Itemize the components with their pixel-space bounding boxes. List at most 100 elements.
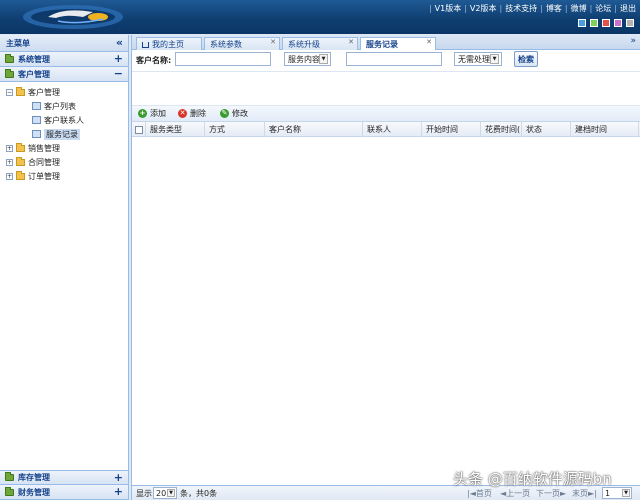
expand-icon[interactable]: + (114, 52, 123, 65)
next-page-label: 下一页 (536, 489, 560, 498)
nav-blog[interactable]: 博客 (546, 3, 562, 14)
tab-system-params[interactable]: 系统参数 ✕ (204, 37, 280, 50)
tree-node-customer-mgmt[interactable]: − 客户管理 (0, 85, 128, 99)
tab-system-upgrade[interactable]: 系统升级 ✕ (282, 37, 358, 50)
next-page-link[interactable]: 下一页► (536, 488, 566, 499)
last-page-label: 末页 (572, 489, 588, 498)
folder-icon (5, 53, 14, 63)
theme-red[interactable] (602, 19, 610, 27)
edit-button[interactable]: ✎ 修改 (220, 108, 248, 119)
close-tab-icon[interactable]: ✕ (348, 38, 354, 46)
column-header[interactable]: 建档时间 (572, 122, 639, 137)
dropdown-arrow-icon[interactable]: ▼ (490, 54, 499, 64)
nav-v2[interactable]: V2版本 (470, 3, 497, 14)
section-customer[interactable]: 客户管理 − (0, 67, 128, 82)
theme-purple[interactable] (614, 19, 622, 27)
nav-forum[interactable]: 论坛 (595, 3, 611, 14)
tab-home[interactable]: 我的主页 (136, 37, 202, 50)
tree-node-customer-list[interactable]: 客户列表 (0, 99, 128, 113)
first-page-label: 首页 (475, 489, 492, 498)
app-header: | V1版本 | V2版本 | 技术支持 | 博客 | 微博 | 论坛 | 退出 (0, 0, 640, 34)
close-tab-icon[interactable]: ✕ (426, 38, 432, 46)
theme-switcher (578, 19, 634, 27)
folder-icon (16, 142, 25, 152)
keyword-input[interactable] (346, 52, 442, 66)
column-header[interactable]: 状态 (523, 122, 571, 137)
tree-node-label: 合同管理 (28, 157, 60, 167)
grid-body (132, 159, 639, 483)
add-button[interactable]: + 添加 (138, 108, 166, 119)
tree-expand-icon[interactable]: + (6, 144, 13, 152)
section-inventory[interactable]: 库存管理 + (0, 470, 128, 485)
page-icon (32, 116, 41, 124)
section-system-label: 系统管理 (18, 54, 50, 64)
theme-gray[interactable] (626, 19, 634, 27)
expand-icon[interactable]: + (114, 485, 123, 498)
search-button[interactable]: 检索 (514, 51, 538, 67)
status-select[interactable]: 无需处理 ▼ (454, 52, 502, 66)
edit-icon: ✎ (220, 109, 229, 118)
first-page-link[interactable]: |◄首页 (467, 488, 492, 499)
tree-node-customer-contacts[interactable]: 客户联系人 (0, 113, 128, 127)
last-page-link[interactable]: 末页►| (572, 488, 597, 499)
menu-tree: − 客户管理 客户列表 客户联系人 服务记录 + 销售管理 + 合同管理 + 订… (0, 82, 128, 183)
section-system[interactable]: 系统管理 + (0, 52, 128, 67)
tree-node-contract-mgmt[interactable]: + 合同管理 (0, 155, 128, 169)
close-tab-icon[interactable]: ✕ (270, 38, 276, 46)
page-icon (32, 102, 41, 110)
section-finance[interactable]: 财务管理 + (0, 485, 128, 500)
grid-header: 服务类型 方式 客户名称 联系人 开始时间 花费时间( 状态 建档时间 (132, 122, 640, 137)
column-header[interactable]: 方式 (206, 122, 265, 137)
select-all-checkbox[interactable] (135, 125, 143, 134)
column-header[interactable]: 联系人 (364, 122, 422, 137)
dropdown-arrow-icon[interactable]: ▼ (622, 489, 630, 497)
tree-node-service-records[interactable]: 服务记录 (0, 127, 128, 141)
column-header[interactable]: 客户名称 (266, 122, 363, 137)
dropdown-arrow-icon[interactable]: ▼ (167, 489, 175, 497)
dropdown-arrow-icon[interactable]: ▼ (319, 54, 328, 64)
nav-weibo[interactable]: 微博 (571, 3, 587, 14)
column-header[interactable]: 服务类型 (147, 122, 205, 137)
company-logo (23, 5, 123, 29)
nav-support[interactable]: 技术支持 (505, 3, 537, 14)
tree-node-label: 客户列表 (44, 101, 76, 111)
tab-service-records[interactable]: 服务记录 ✕ (360, 37, 436, 51)
collapse-sidebar-icon[interactable]: « (116, 36, 123, 49)
tree-expand-icon[interactable]: + (6, 172, 13, 180)
collapse-icon[interactable]: − (114, 67, 123, 80)
expand-icon[interactable]: + (114, 471, 123, 484)
sidebar: 主菜单 « 系统管理 + 客户管理 − − 客户管理 客户列表 客户联系人 服务… (0, 35, 129, 500)
nav-logout[interactable]: 退出 (620, 3, 636, 14)
page-size-select[interactable]: 20 ▼ (153, 487, 177, 499)
tab-label: 服务记录 (366, 40, 398, 49)
customer-name-label: 客户名称: (136, 56, 172, 65)
tree-expand-icon[interactable]: + (6, 158, 13, 166)
tab-menu-chevron-icon[interactable]: » (630, 36, 636, 46)
folder-icon (5, 486, 14, 496)
prev-page-link[interactable]: ◄上一页 (500, 488, 530, 499)
theme-green[interactable] (590, 19, 598, 27)
page-number-value: 1 (605, 488, 611, 498)
tree-node-label: 订单管理 (28, 171, 60, 181)
sidebar-title-text: 主菜单 (6, 38, 30, 48)
toolbar: + 添加 ✕ 删除 ✎ 修改 (132, 106, 640, 122)
top-navigation: | V1版本 | V2版本 | 技术支持 | 博客 | 微博 | 论坛 | 退出 (428, 3, 636, 14)
tab-label: 系统参数 (210, 39, 242, 49)
section-inventory-label: 库存管理 (18, 473, 50, 482)
tree-collapse-icon[interactable]: − (6, 88, 13, 96)
pagination-bar: 显示 20 ▼ 条，共0条 |◄首页 ◄上一页 下一页► 末页►| 1 ▼ (132, 485, 640, 500)
customer-name-input[interactable] (175, 52, 271, 66)
folder-icon (5, 68, 14, 78)
tree-node-order-mgmt[interactable]: + 订单管理 (0, 169, 128, 183)
column-header[interactable]: 开始时间 (423, 122, 481, 137)
tree-node-label: 服务记录 (44, 128, 80, 140)
delete-label: 删除 (190, 109, 206, 118)
theme-blue[interactable] (578, 19, 586, 27)
tree-node-sales-mgmt[interactable]: + 销售管理 (0, 141, 128, 155)
delete-button[interactable]: ✕ 删除 (178, 108, 206, 119)
nav-v1[interactable]: V1版本 (435, 3, 462, 14)
column-header[interactable]: 花费时间( (482, 122, 522, 137)
page-number-select[interactable]: 1 ▼ (602, 487, 632, 499)
field-select[interactable]: 服务内容 ▼ (284, 52, 331, 66)
page-size-value: 20 (156, 488, 167, 498)
